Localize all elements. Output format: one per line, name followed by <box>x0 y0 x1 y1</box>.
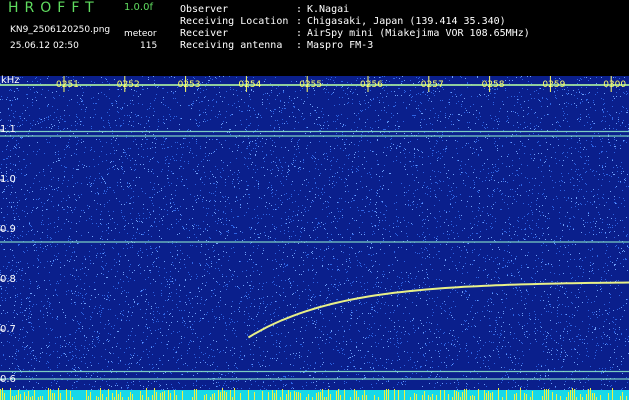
time-axis-label: 0300 <box>603 80 627 90</box>
receiver-value: AirSpy mini (Miakejima VOR 108.65MHz) <box>307 28 530 39</box>
observer-value: K.Nagai <box>307 4 350 15</box>
file-name: KN9_2506120250.png <box>10 25 111 35</box>
spectrogram-plot <box>0 76 629 400</box>
antenna-colon: : <box>296 40 303 51</box>
receiver-colon: : <box>296 28 303 39</box>
antenna-label: Receiving antenna <box>180 40 283 51</box>
time-axis-label: 0253 <box>177 80 201 90</box>
y-tick-label: 0.9 <box>0 224 16 235</box>
timestamp: 25.06.12 02:50 <box>10 41 79 51</box>
receiver-label: Receiver <box>180 28 229 39</box>
location-value: Chigasaki, Japan (139.414 35.340) <box>307 16 506 27</box>
time-axis-label: 0252 <box>116 80 140 90</box>
spectrogram-svg <box>0 76 629 400</box>
location-colon: : <box>296 16 303 27</box>
app-title: HROFFT <box>8 0 100 16</box>
time-axis-label: 0259 <box>542 80 566 90</box>
time-axis-label: 0256 <box>360 80 383 90</box>
y-tick-label: 1.0 <box>0 174 16 185</box>
header-panel: HROFFT 1.0.0f KN9_2506120250.png meteor … <box>0 0 629 76</box>
y-tick-label: 0.7 <box>0 324 16 335</box>
spectrogram-background <box>0 76 629 400</box>
time-axis-label: 0254 <box>238 80 262 90</box>
time-axis-label: 0258 <box>481 80 505 90</box>
time-axis-label: 0257 <box>420 80 444 90</box>
y-tick-label: 0.6 <box>0 374 16 385</box>
location-label: Receiving Location <box>180 16 289 27</box>
y-tick-label: 0.8 <box>0 274 16 285</box>
observer-colon: : <box>296 4 303 15</box>
time-axis-label: 0255 <box>299 80 323 90</box>
app-version: 1.0.0f <box>124 2 153 13</box>
observer-label: Observer <box>180 4 229 15</box>
time-axis-label: 0251 <box>56 80 79 90</box>
frequency-unit-label: kHz <box>1 75 20 86</box>
bottom-band <box>0 390 629 400</box>
detection-count: 115 <box>140 41 158 51</box>
mode-label: meteor <box>124 29 157 39</box>
antenna-value: Maspro FM-3 <box>307 40 374 51</box>
y-tick-label: 1.1 <box>0 124 16 135</box>
